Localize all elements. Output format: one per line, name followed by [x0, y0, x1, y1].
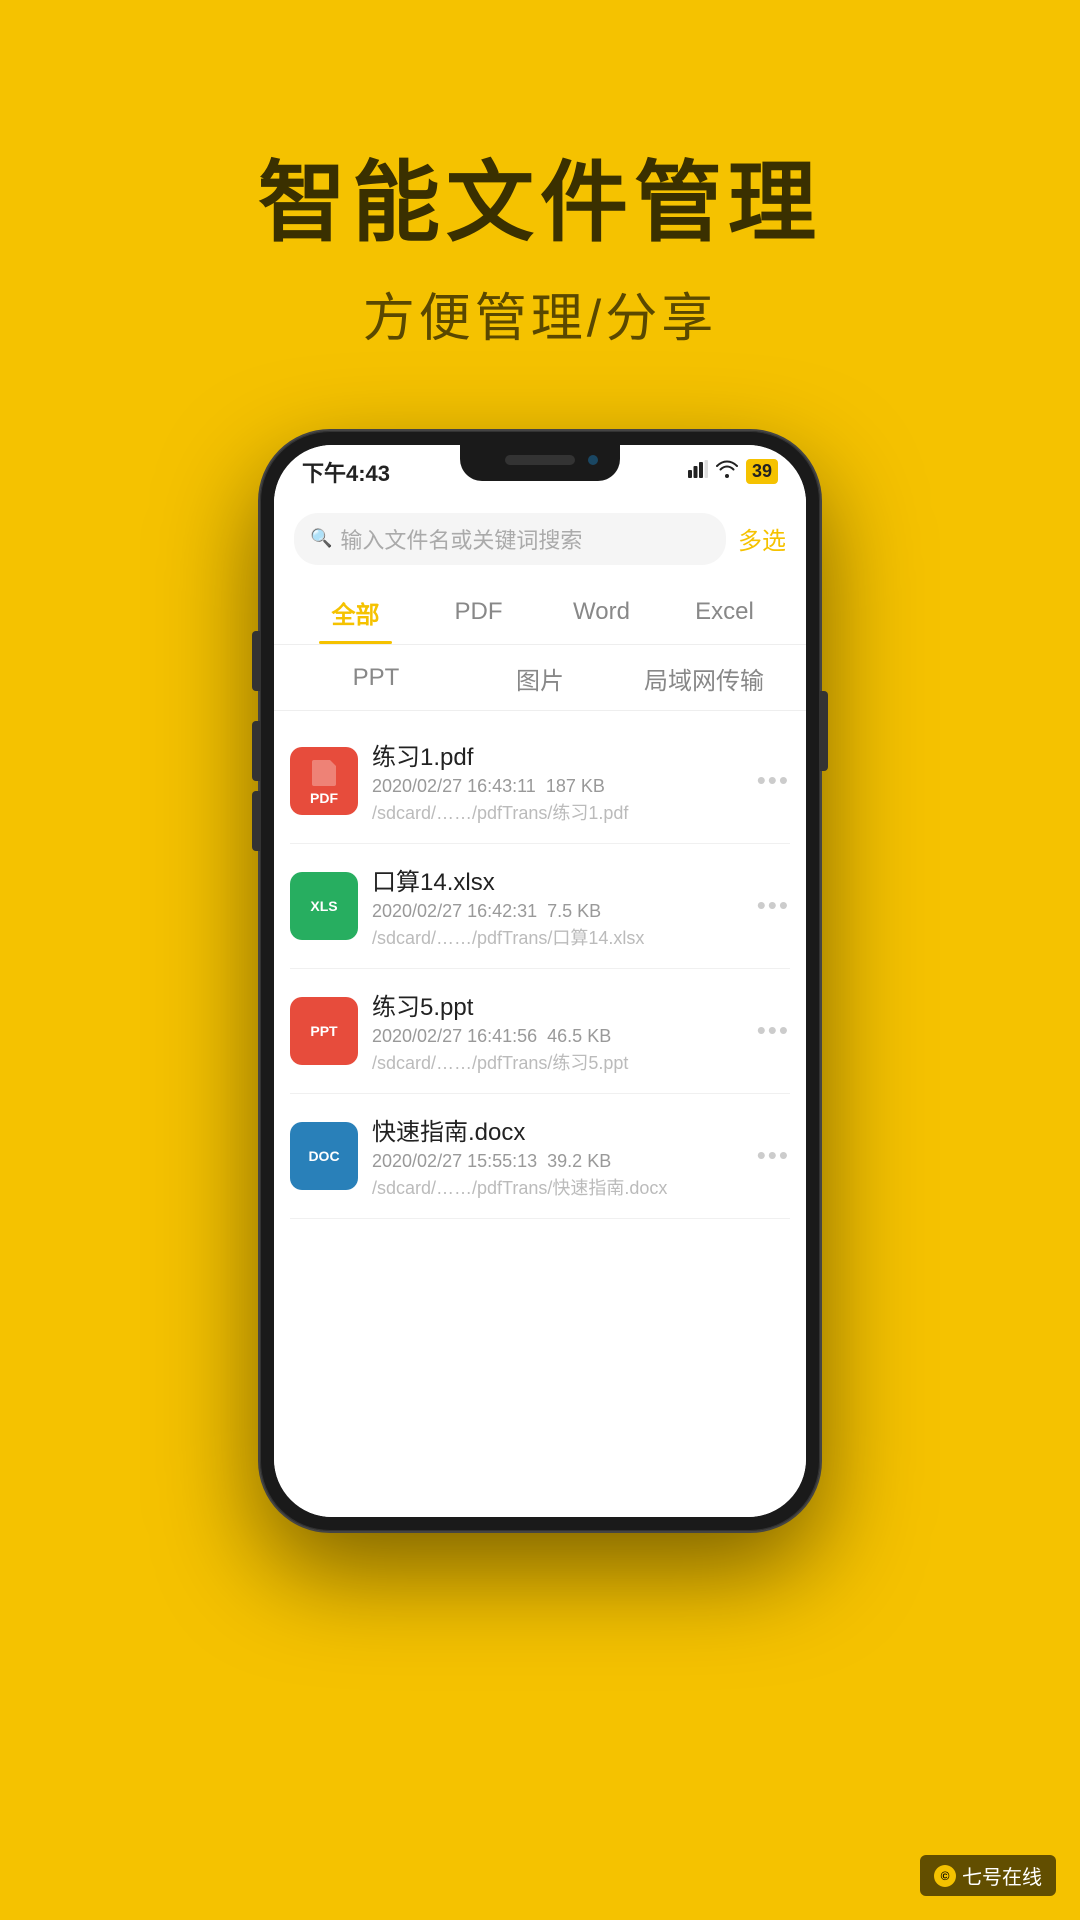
notch [460, 445, 620, 481]
file-info: 快速指南.docx 2020/02/27 15:55:13 39.2 KB /s… [372, 1112, 743, 1200]
file-info: 练习5.ppt 2020/02/27 16:41:56 46.5 KB /sdc… [372, 987, 743, 1075]
hero-title: 智能文件管理 [0, 150, 1080, 256]
watermark: © 七号在线 [920, 1855, 1056, 1896]
file-path: /sdcard/……/pdfTrans/练习5.ppt [372, 1049, 743, 1075]
multiselect-button[interactable]: 多选 [738, 521, 786, 556]
search-input-wrap[interactable]: 🔍 输入文件名或关键词搜索 [294, 513, 726, 565]
status-time: 下午4:43 [302, 456, 390, 488]
status-bar: 下午4:43 [274, 445, 806, 499]
list-item[interactable]: XLS 口算14.xlsx 2020/02/27 16:42:31 7.5 KB… [290, 844, 790, 969]
file-meta: 2020/02/27 15:55:13 39.2 KB [372, 1151, 743, 1172]
file-more-button[interactable]: ••• [757, 1015, 790, 1046]
file-path: /sdcard/……/pdfTrans/练习1.pdf [372, 799, 743, 825]
search-placeholder: 输入文件名或关键词搜索 [340, 523, 582, 555]
wifi-icon [716, 460, 738, 483]
tab-word[interactable]: Word [540, 582, 663, 640]
file-path: /sdcard/……/pdfTrans/快速指南.docx [372, 1174, 743, 1200]
file-name: 练习5.ppt [372, 987, 743, 1022]
watermark-icon: © [934, 1865, 956, 1887]
file-meta: 2020/02/27 16:43:11 187 KB [372, 776, 743, 797]
tab-lan[interactable]: 局域网传输 [622, 645, 786, 710]
list-item[interactable]: PPT 练习5.ppt 2020/02/27 16:41:56 46.5 KB … [290, 969, 790, 1094]
tabs-row1: 全部 PDF Word Excel [274, 579, 806, 645]
app-content: 🔍 输入文件名或关键词搜索 多选 全部 PDF Word Excel PPT 图… [274, 499, 806, 1517]
search-icon: 🔍 [310, 528, 332, 549]
file-name: 练习1.pdf [372, 737, 743, 772]
notch-dot [588, 455, 598, 465]
file-icon-docx: DOC [290, 1122, 358, 1190]
file-meta: 2020/02/27 16:42:31 7.5 KB [372, 901, 743, 922]
hero-subtitle: 方便管理/分享 [0, 276, 1080, 351]
hero-section: 智能文件管理 方便管理/分享 [0, 0, 1080, 351]
tab-excel[interactable]: Excel [663, 582, 786, 640]
list-item[interactable]: DOC 快速指南.docx 2020/02/27 15:55:13 39.2 K… [290, 1094, 790, 1219]
phone-wrapper: 下午4:43 [0, 431, 1080, 1531]
file-list: PDF 练习1.pdf 2020/02/27 16:43:11 187 KB /… [274, 719, 806, 1517]
notch-speaker [505, 455, 575, 465]
file-path: /sdcard/……/pdfTrans/口算14.xlsx [372, 924, 743, 950]
watermark-text: 七号在线 [962, 1861, 1042, 1890]
tab-ppt[interactable]: PPT [294, 648, 458, 706]
file-name: 口算14.xlsx [372, 862, 743, 897]
file-info: 练习1.pdf 2020/02/27 16:43:11 187 KB /sdca… [372, 737, 743, 825]
file-icon-xlsx: XLS [290, 872, 358, 940]
phone-outer: 下午4:43 [260, 431, 820, 1531]
list-item[interactable]: PDF 练习1.pdf 2020/02/27 16:43:11 187 KB /… [290, 719, 790, 844]
status-icons: 39 [688, 459, 778, 484]
battery-badge: 39 [746, 459, 778, 484]
tab-image[interactable]: 图片 [458, 645, 622, 710]
file-name: 快速指南.docx [372, 1112, 743, 1147]
search-bar: 🔍 输入文件名或关键词搜索 多选 [274, 499, 806, 579]
file-icon-pdf: PDF [290, 747, 358, 815]
file-icon-ppt: PPT [290, 997, 358, 1065]
signal-icon [688, 460, 708, 483]
file-more-button[interactable]: ••• [757, 890, 790, 921]
tab-all[interactable]: 全部 [294, 579, 417, 644]
tab-pdf[interactable]: PDF [417, 582, 540, 640]
file-more-button[interactable]: ••• [757, 1140, 790, 1171]
file-meta: 2020/02/27 16:41:56 46.5 KB [372, 1026, 743, 1047]
file-info: 口算14.xlsx 2020/02/27 16:42:31 7.5 KB /sd… [372, 862, 743, 950]
phone-inner: 下午4:43 [274, 445, 806, 1517]
tabs-row2: PPT 图片 局域网传输 [274, 645, 806, 711]
file-more-button[interactable]: ••• [757, 765, 790, 796]
